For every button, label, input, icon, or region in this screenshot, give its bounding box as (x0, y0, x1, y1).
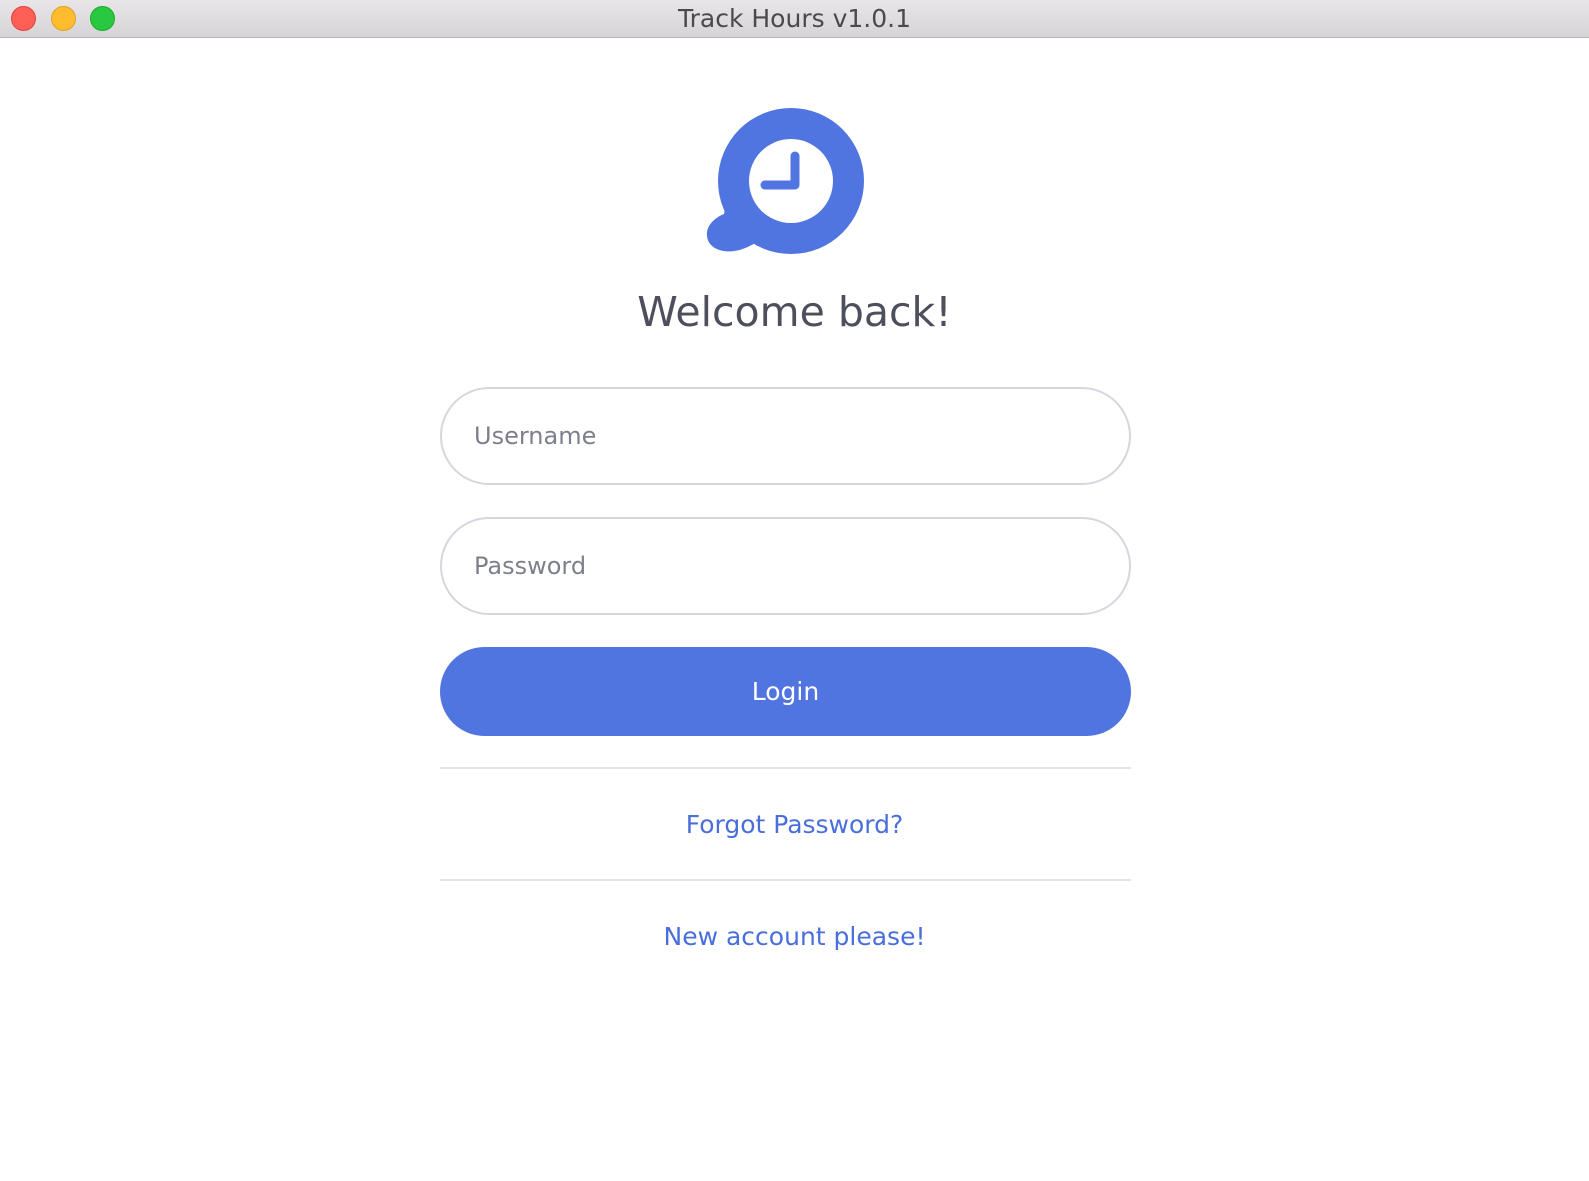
forgot-password-link[interactable]: Forgot Password? (0, 810, 1589, 839)
window-title: Track Hours v1.0.1 (678, 4, 911, 33)
new-account-link[interactable]: New account please! (0, 922, 1589, 951)
username-input[interactable] (440, 387, 1131, 485)
divider (440, 767, 1131, 769)
divider (440, 879, 1131, 881)
clock-chat-bubble-icon (706, 108, 864, 254)
title-bar[interactable]: Track Hours v1.0.1 (0, 0, 1589, 38)
app-window: Track Hours v1.0.1 Welcome back! Login F… (0, 0, 1589, 1181)
login-button[interactable]: Login (440, 647, 1131, 736)
welcome-heading: Welcome back! (637, 288, 952, 336)
password-input[interactable] (440, 517, 1131, 615)
